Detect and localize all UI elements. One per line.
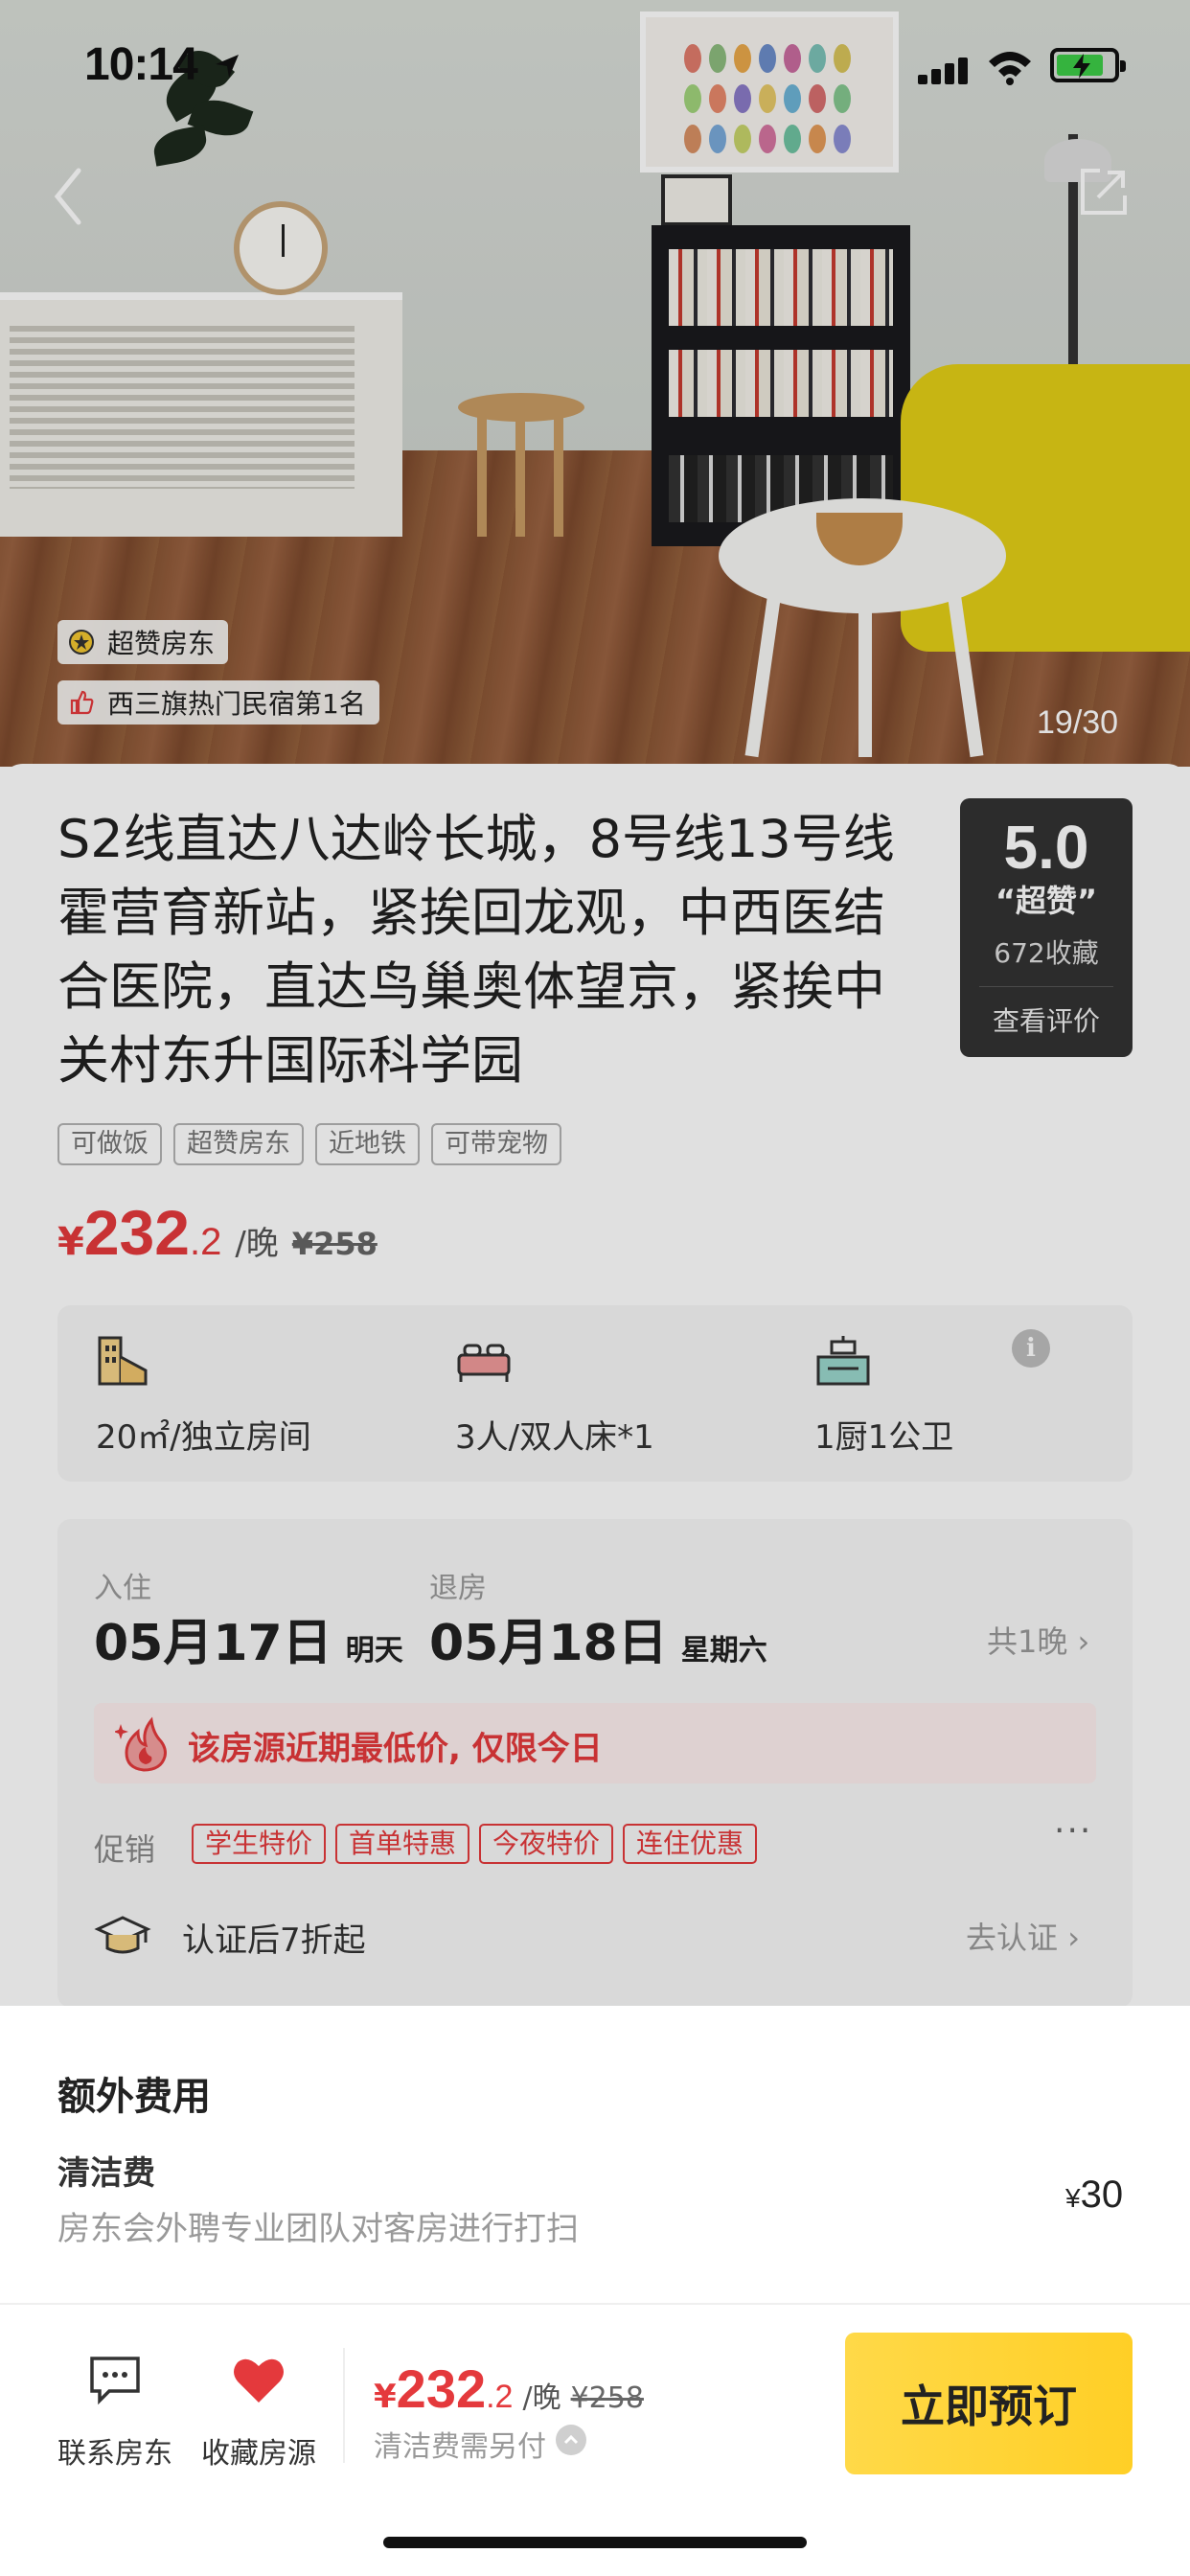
cleaning-fee-name: 清洁费 <box>57 2154 155 2193</box>
extra-fee-title: 额外费用 <box>57 2075 211 2119</box>
heart-icon <box>234 2358 284 2403</box>
favorite-label: 收藏房源 <box>201 2437 316 2471</box>
cleaning-fee-value: ¥30 <box>1065 2174 1124 2216</box>
cleaning-fee-note: 清洁费需另付 <box>374 2430 546 2464</box>
favorite-button[interactable]: 收藏房源 <box>192 2353 326 2472</box>
home-indicator[interactable] <box>383 2537 807 2548</box>
dim-overlay[interactable] <box>0 0 1190 2006</box>
contact-host-label: 联系房东 <box>57 2437 172 2471</box>
bottom-price: ¥ 232 .2 /晚 ¥258 <box>374 2358 644 2419</box>
chat-bubble-icon <box>90 2357 140 2405</box>
book-now-button[interactable]: 立即预订 <box>845 2333 1133 2474</box>
chevron-up-icon[interactable] <box>556 2425 586 2455</box>
contact-host-button[interactable]: 联系房东 <box>48 2353 182 2472</box>
cleaning-fee-desc: 房东会外聘专业团队对客房进行打扫 <box>57 2210 579 2248</box>
sheet-divider <box>0 2303 1190 2305</box>
bottom-separator <box>343 2348 345 2463</box>
